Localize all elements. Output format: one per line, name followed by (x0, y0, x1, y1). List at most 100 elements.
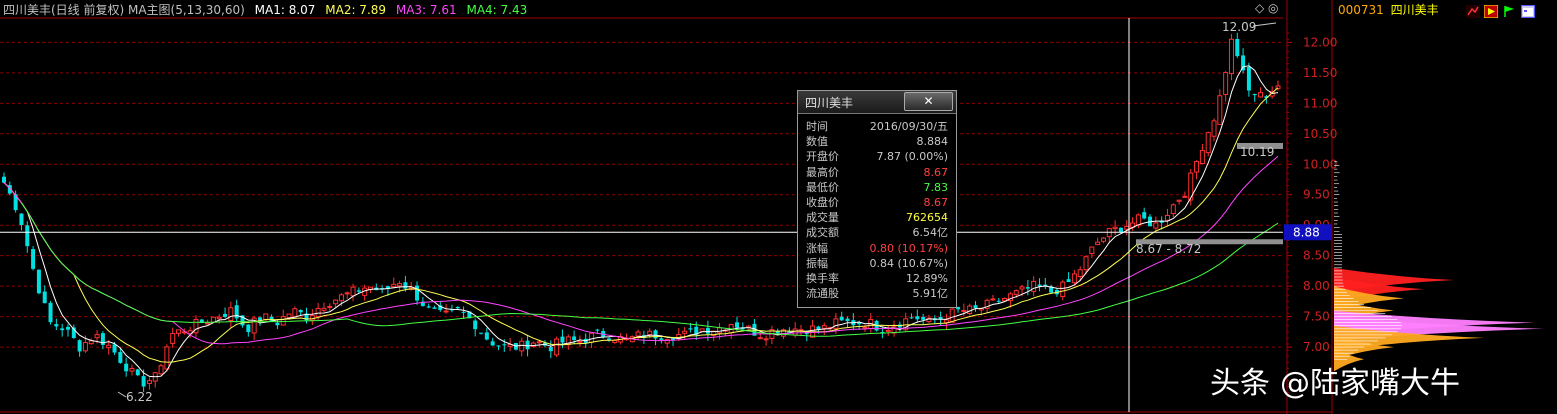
candle-body-down (1026, 287, 1030, 289)
candle-body-up (171, 334, 175, 344)
stock-code: 000731 (1338, 3, 1384, 17)
candle-body-up (1259, 93, 1263, 97)
candle-body-down (235, 305, 239, 318)
trend-icon[interactable] (1466, 3, 1480, 16)
tooltip-row-key: 流通股 (806, 286, 839, 301)
candle-body-up (177, 330, 181, 333)
kline-chart[interactable]: 12.0011.5011.0010.5010.009.509.008.508.0… (0, 0, 1557, 414)
top-marker: ◇ ◎ (1255, 1, 1279, 15)
candle-body-up (1061, 282, 1065, 296)
candle-body-down (403, 282, 407, 288)
candle-body-up (1195, 162, 1199, 172)
price-tick-label: 12.00 (1303, 35, 1337, 49)
candle-body-up (1200, 151, 1204, 164)
candle-body-up (1136, 215, 1140, 225)
price-tick-label: 11.50 (1303, 66, 1337, 80)
candle-body-up (206, 323, 210, 324)
candle-body-down (456, 307, 460, 308)
candle-body-up (316, 308, 320, 316)
candle-body-up (968, 306, 972, 313)
candle-body-down (706, 328, 710, 334)
candle-body-up (822, 326, 826, 329)
candle-body-down (1142, 212, 1146, 218)
candle-body-down (118, 352, 122, 363)
tooltip-row-key: 换手率 (806, 271, 839, 286)
price-tick-label: 7.00 (1303, 340, 1330, 354)
play-icon[interactable] (1484, 3, 1498, 16)
candle-body-up (578, 341, 582, 342)
candle-body-up (107, 345, 111, 347)
candle-body-down (462, 312, 466, 313)
candle-body-up (1014, 291, 1018, 295)
candle-body-down (49, 303, 53, 322)
candle-body-up (537, 342, 541, 343)
candle-body-up (683, 331, 687, 333)
candle-body-down (54, 324, 58, 326)
candle-body-down (299, 310, 303, 312)
close-button[interactable]: ✕ (904, 92, 953, 111)
candle-body-up (229, 308, 233, 321)
price-tick-label: 7.50 (1303, 310, 1330, 324)
candle-body-up (764, 339, 768, 340)
candle-body-up (287, 314, 291, 318)
candle-body-down (432, 307, 436, 308)
chart-window: 12.0011.5011.0010.5010.009.509.008.508.0… (0, 0, 1557, 414)
tooltip-row-value: 762654 (906, 210, 948, 225)
stock-title: 000731 四川美丰 (1338, 2, 1439, 18)
candle-body-up (793, 329, 797, 335)
candle-body-up (345, 293, 349, 294)
candle-body-up (1090, 247, 1094, 253)
candle-body-down (427, 306, 431, 307)
candle-body-down (915, 316, 919, 319)
candle-body-down (560, 337, 564, 343)
candle-body-down (921, 317, 925, 320)
tooltip-row: 收盘价 8.67 (806, 195, 950, 210)
tooltip-row-value: 12.89% (906, 271, 948, 286)
candle-body-down (572, 336, 576, 340)
candle-body-down (270, 317, 274, 321)
candle-body-up (886, 330, 890, 331)
candle-body-down (223, 314, 227, 317)
candle-body-down (659, 338, 663, 340)
candle-body-down (1119, 228, 1123, 233)
candle-body-up (1032, 281, 1036, 291)
candle-body-up (1177, 200, 1181, 201)
candle-body-up (211, 317, 215, 322)
data-tooltip-window[interactable]: 四川美丰 ✕ 时间 2016/09/30/五 数值 8.884 开盘价 7.87 (0.0… (797, 90, 957, 308)
candle-body-down (1067, 279, 1071, 282)
candle-body-up (1154, 223, 1158, 228)
window-icon[interactable] (1521, 3, 1535, 16)
candle-body-up (392, 284, 396, 286)
tooltip-row: 时间 2016/09/30/五 (806, 119, 950, 134)
candle-body-up (351, 287, 355, 296)
flag-icon[interactable] (1502, 3, 1516, 16)
close-icon: ✕ (923, 94, 933, 108)
tooltip-row-value: 7.87 (0.00%) (876, 149, 948, 164)
candle-body-up (520, 341, 524, 351)
candle-body-up (147, 381, 151, 384)
candle-body-down (526, 341, 530, 350)
candle-body-down (124, 364, 128, 372)
candle-body-down (840, 317, 844, 321)
tooltip-row: 流通股 5.91亿 (806, 286, 950, 301)
candle-body-down (479, 333, 483, 334)
ma4-label: MA4: 7.43 (466, 3, 527, 17)
candle-body-down (415, 286, 419, 301)
low-price-label: 6.22 (126, 390, 153, 404)
tooltip-row-value: 6.54亿 (913, 225, 949, 240)
ma3-label: MA3: 7.61 (396, 3, 457, 17)
tooltip-row-value: 0.80 (10.17%) (869, 241, 948, 256)
tooltip-titlebar[interactable]: 四川美丰 ✕ (798, 91, 956, 114)
candle-body-up (159, 366, 163, 374)
candle-body-up (700, 329, 704, 331)
candle-body-up (1125, 226, 1129, 229)
price-tick-label: 8.50 (1303, 249, 1330, 263)
candle-body-up (1206, 133, 1210, 153)
candle-body-up (398, 284, 402, 286)
candle-body-up (165, 347, 169, 369)
candle-body-down (485, 332, 489, 339)
tooltip-row-key: 最低价 (806, 180, 839, 195)
candle-body-up (281, 317, 285, 325)
tooltip-row-value: 8.67 (924, 165, 949, 180)
tooltip-row: 最高价 8.67 (806, 165, 950, 180)
